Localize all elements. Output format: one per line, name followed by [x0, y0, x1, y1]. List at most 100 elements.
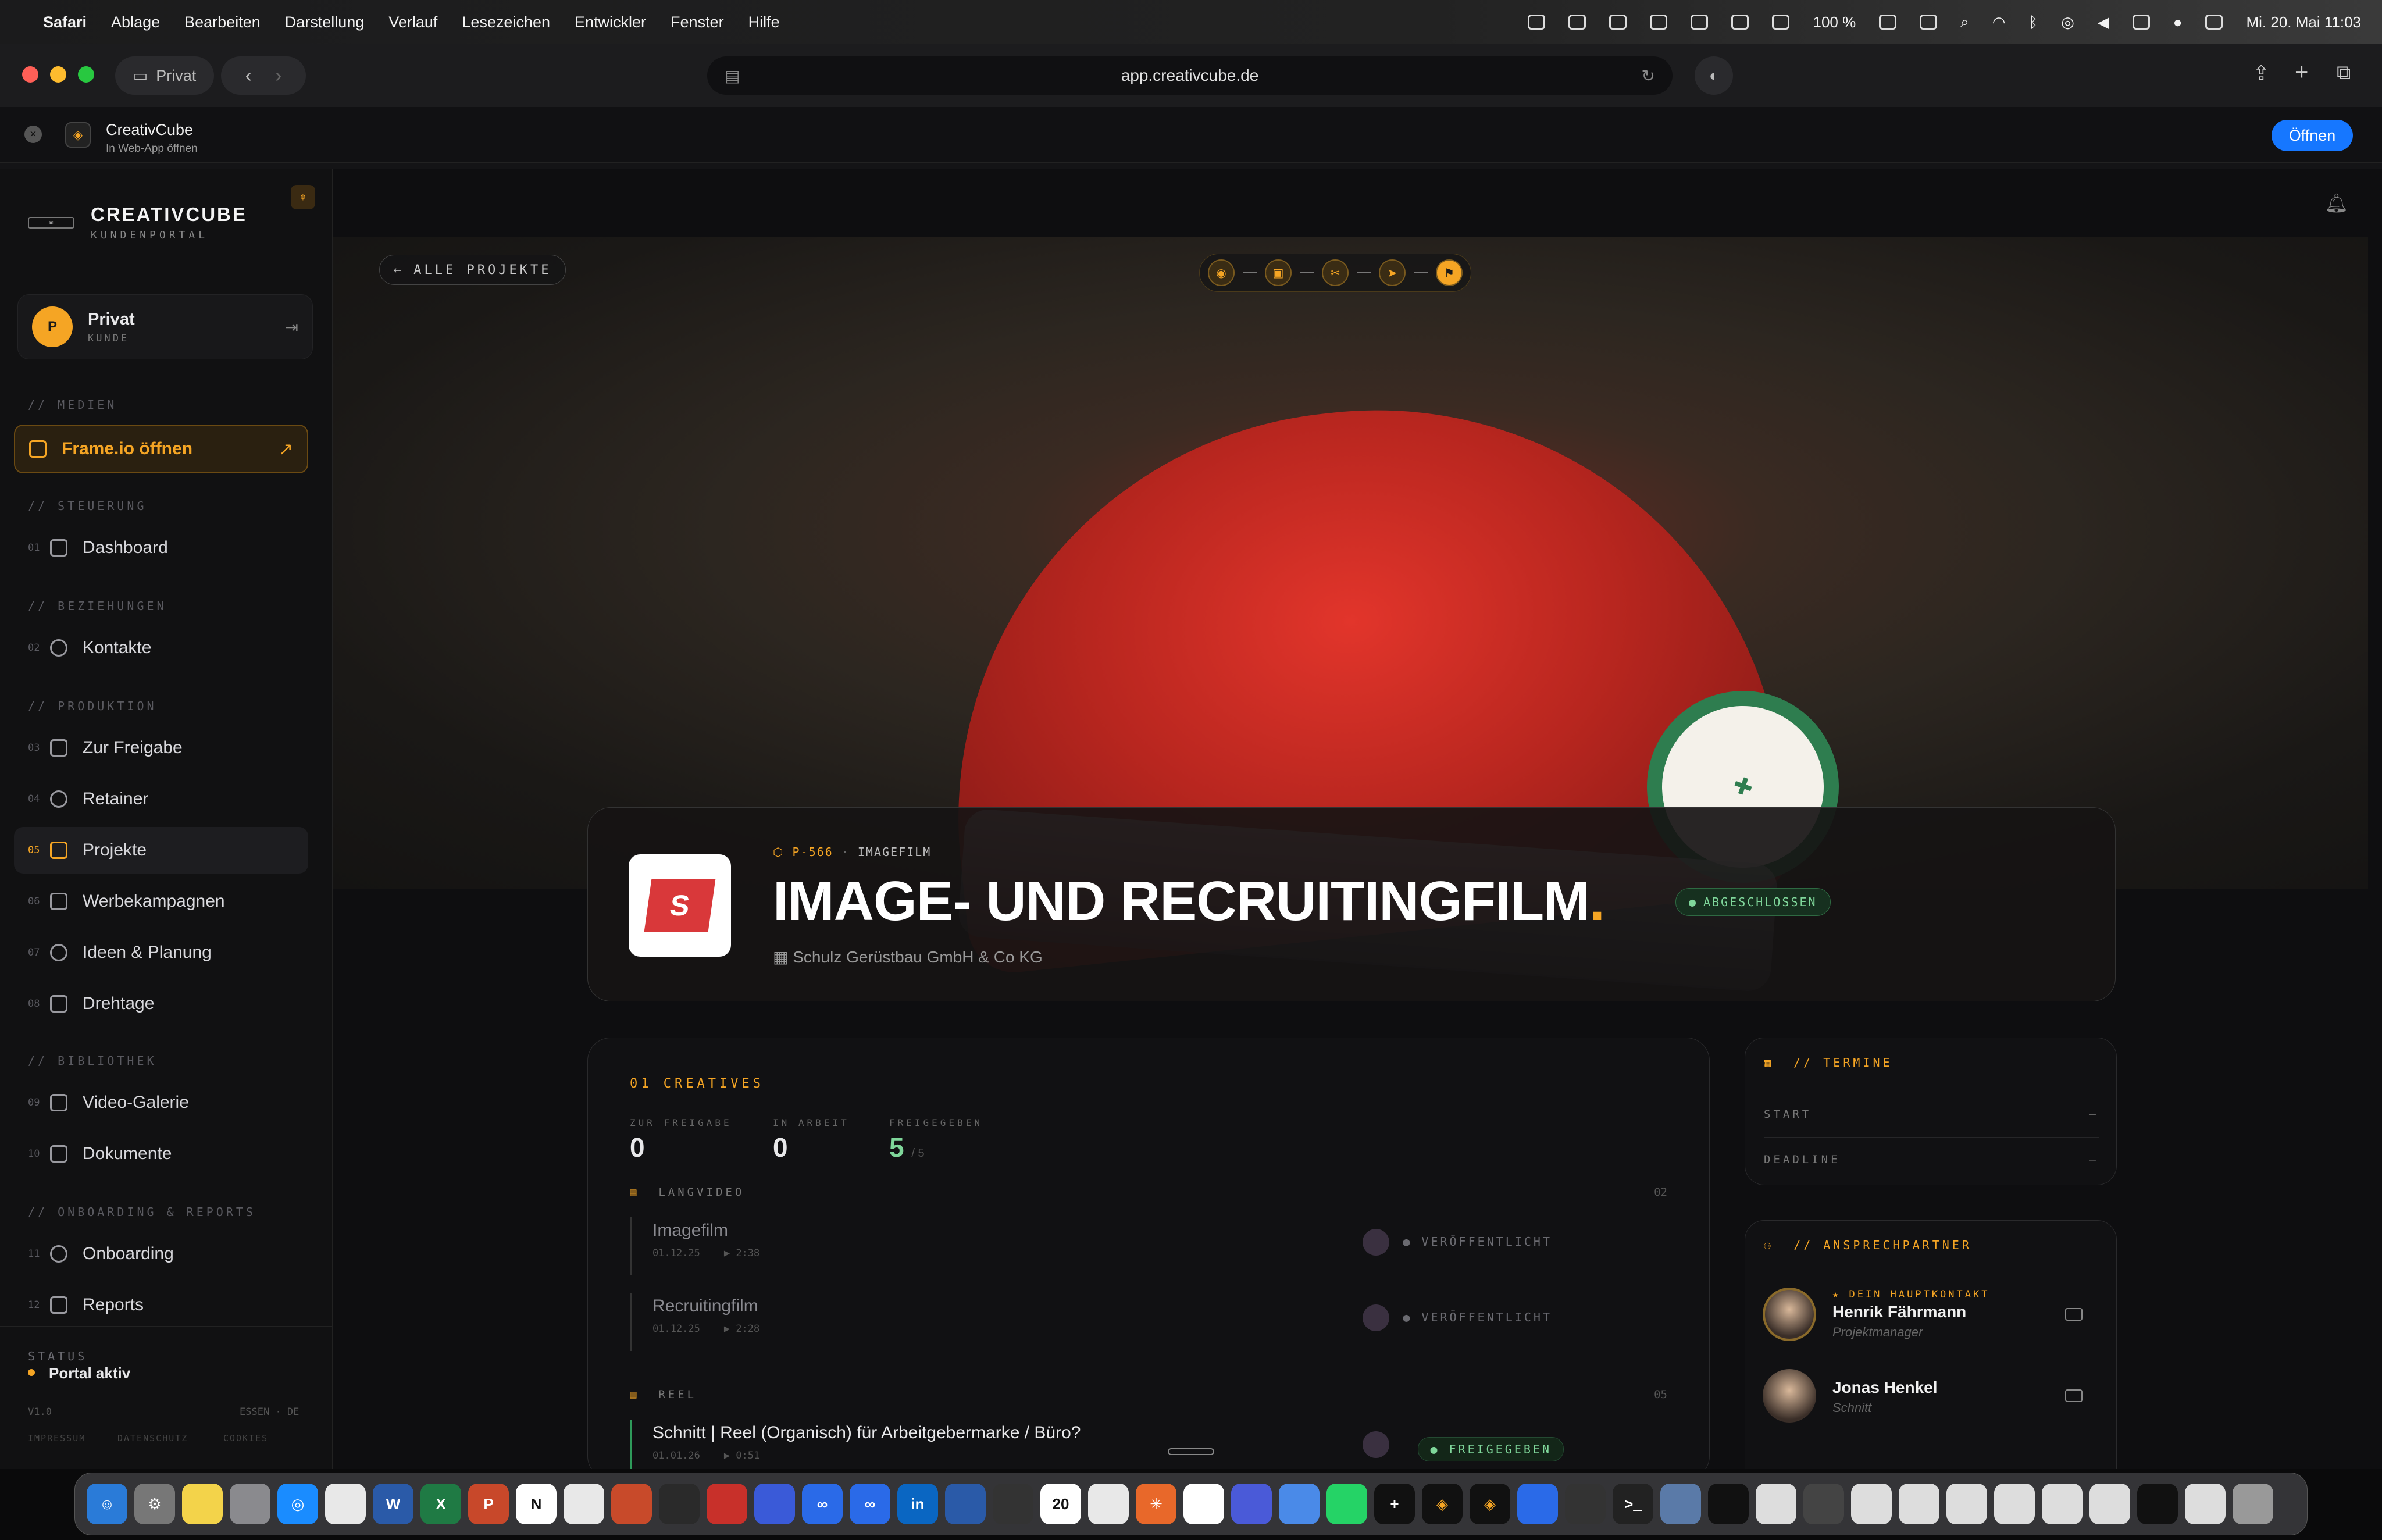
- footer-link-impressum[interactable]: IMPRESSUM: [28, 1433, 85, 1443]
- zoom-window-button[interactable]: [78, 66, 94, 83]
- step-briefing-icon[interactable]: ◉: [1208, 259, 1235, 286]
- pin-icon[interactable]: ⌖: [291, 185, 315, 209]
- meta-business-icon[interactable]: ∞: [850, 1484, 890, 1524]
- frameio-link[interactable]: Frame.io öffnen ↗: [14, 425, 308, 473]
- whatsapp-icon[interactable]: [1326, 1484, 1367, 1524]
- menu-darstellung[interactable]: Darstellung: [285, 13, 365, 31]
- teams-icon[interactable]: [1691, 15, 1709, 30]
- reload-icon[interactable]: ↻: [1642, 66, 1655, 85]
- creativcube-app-icon[interactable]: ◈: [1422, 1484, 1463, 1524]
- footer-link-datenschutz[interactable]: DATENSCHUTZ: [117, 1433, 188, 1443]
- mail-icon[interactable]: [2065, 1389, 2083, 1402]
- creative-row[interactable]: Recruitingfilm 01.12.25 ▶ 2:28 ● VERÖFFE…: [630, 1293, 1668, 1351]
- battery-icon[interactable]: [1879, 15, 1897, 30]
- user-card[interactable]: P Privat KUNDE ⇥: [17, 294, 313, 359]
- window-thumbnail-icon[interactable]: [1803, 1484, 1844, 1524]
- creative-row[interactable]: Schnitt | Reel (Organisch) für Arbeitgeb…: [630, 1420, 1668, 1469]
- close-banner-icon[interactable]: ×: [24, 126, 42, 143]
- contact-card[interactable]: Jonas Henkel Schnitt: [1763, 1358, 2100, 1434]
- camera-icon[interactable]: [1568, 15, 1586, 30]
- menu-hilfe[interactable]: Hilfe: [748, 13, 780, 31]
- brand[interactable]: ▣ CREATIVCUBE KUNDENPORTAL: [28, 204, 247, 241]
- system-settings-icon[interactable]: ⚙: [134, 1484, 175, 1524]
- finder-icon[interactable]: ☺: [87, 1484, 127, 1524]
- trash-icon[interactable]: [2233, 1484, 2273, 1524]
- menu-verlauf[interactable]: Verlauf: [388, 13, 437, 31]
- play-icon[interactable]: [1920, 15, 1938, 30]
- sidebar-item-dokumente[interactable]: 10 Dokumente: [14, 1131, 308, 1177]
- page-settings-icon[interactable]: ▤: [725, 66, 740, 85]
- screen-app-icon[interactable]: [1708, 1484, 1749, 1524]
- davinci-resolve-icon[interactable]: [659, 1484, 700, 1524]
- window-thumbnail-icon[interactable]: [2042, 1484, 2083, 1524]
- teams-app-icon[interactable]: [1231, 1484, 1272, 1524]
- creative-cloud-icon[interactable]: [1650, 15, 1668, 30]
- mail-app-icon[interactable]: [1279, 1484, 1320, 1524]
- activity-monitor-app-icon[interactable]: [1565, 1484, 1606, 1524]
- notification-bell-icon[interactable]: 🔔︎: [2324, 192, 2348, 214]
- menu-fenster[interactable]: Fenster: [671, 13, 724, 31]
- vpn-icon[interactable]: [945, 1484, 986, 1524]
- sidebar-item-ideen[interactable]: 07 Ideen & Planung: [14, 929, 308, 976]
- close-window-button[interactable]: [22, 66, 38, 83]
- sidebar-item-reports[interactable]: 12 Reports: [14, 1282, 308, 1328]
- step-finished-flag-icon[interactable]: ⚑: [1436, 259, 1463, 286]
- claude-icon[interactable]: ✳: [1136, 1484, 1176, 1524]
- audio-app-icon[interactable]: [754, 1484, 795, 1524]
- share-icon[interactable]: ⇪: [2253, 62, 2270, 85]
- activity-monitor-icon[interactable]: [1528, 15, 1546, 30]
- step-cut-icon[interactable]: ✂: [1322, 259, 1349, 286]
- window-thumbnail-icon[interactable]: [1899, 1484, 1939, 1524]
- footer-link-cookies[interactable]: COOKIES: [223, 1433, 268, 1443]
- sidebar-item-zur-freigabe[interactable]: 03 Zur Freigabe: [14, 725, 308, 771]
- profile-sidebar-button[interactable]: ▭ Privat: [115, 56, 214, 95]
- disk-utility-icon[interactable]: [1660, 1484, 1701, 1524]
- tower-app-icon[interactable]: [993, 1484, 1033, 1524]
- sidebar-item-retainer[interactable]: 04 Retainer: [14, 776, 308, 822]
- volume-icon[interactable]: ◀: [2098, 13, 2109, 31]
- document-thumbnail-icon[interactable]: [1756, 1484, 1796, 1524]
- menu-lesezeichen[interactable]: Lesezeichen: [462, 13, 550, 31]
- affinity-icon[interactable]: [611, 1484, 652, 1524]
- window-thumbnail-icon[interactable]: [1851, 1484, 1892, 1524]
- outlook-icon[interactable]: [1517, 1484, 1558, 1524]
- tab-overview-icon[interactable]: ⧉: [2337, 62, 2351, 84]
- mail-icon[interactable]: [2065, 1308, 2083, 1321]
- contacts-app-icon[interactable]: [230, 1484, 270, 1524]
- linkedin-icon[interactable]: in: [897, 1484, 938, 1524]
- window-thumbnail-icon[interactable]: [2185, 1484, 2226, 1524]
- powerpoint-icon[interactable]: P: [468, 1484, 509, 1524]
- back-icon[interactable]: ‹: [245, 65, 252, 87]
- privacy-shield-icon[interactable]: ◐: [1695, 56, 1733, 95]
- bluetooth-icon[interactable]: ᛒ: [2028, 13, 2038, 31]
- back-to-projects-button[interactable]: ← ALLE PROJEKTE: [379, 255, 566, 285]
- step-shooting-icon[interactable]: ▣: [1265, 259, 1292, 286]
- perplexity-icon[interactable]: +: [1374, 1484, 1415, 1524]
- menu-datetime[interactable]: Mi. 20. Mai 11:03: [2246, 13, 2361, 31]
- address-bar[interactable]: ▤ app.creativcube.de ↻: [707, 56, 1673, 95]
- client-name[interactable]: ▦ Schulz Gerüstbau GmbH & Co KG: [773, 947, 1043, 967]
- menu-app-safari[interactable]: Safari: [43, 13, 87, 31]
- photos-icon[interactable]: [564, 1484, 604, 1524]
- sidebar-item-kontakte[interactable]: 02 Kontakte: [14, 625, 308, 671]
- airdrop-icon[interactable]: ◎: [2061, 13, 2074, 31]
- drive-icon[interactable]: [1772, 15, 1790, 30]
- clickup-icon[interactable]: [1183, 1484, 1224, 1524]
- calendar-app-icon[interactable]: 20: [1040, 1484, 1081, 1524]
- window-thumbnail-icon[interactable]: [1946, 1484, 1987, 1524]
- window-thumbnail-icon[interactable]: [1994, 1484, 2035, 1524]
- notion-icon[interactable]: N: [516, 1484, 557, 1524]
- reports-app-icon[interactable]: [707, 1484, 747, 1524]
- sidebar-item-drehtage[interactable]: 08 Drehtage: [14, 981, 308, 1027]
- sidebar-item-dashboard[interactable]: 01 Dashboard: [14, 525, 308, 571]
- menu-ablage[interactable]: Ablage: [111, 13, 160, 31]
- cloud-icon[interactable]: [1609, 15, 1627, 30]
- terminal-icon[interactable]: >_: [1613, 1484, 1653, 1524]
- menu-bearbeiten[interactable]: Bearbeiten: [184, 13, 261, 31]
- screen-mirroring-icon[interactable]: [2132, 15, 2150, 30]
- sidebar-item-onboarding[interactable]: 11 Onboarding: [14, 1231, 308, 1277]
- grid-app-icon[interactable]: [1088, 1484, 1129, 1524]
- creativcube-webapp-icon[interactable]: ◈: [1470, 1484, 1510, 1524]
- control-center-icon[interactable]: [2205, 15, 2223, 30]
- wifi-icon[interactable]: ◠: [1992, 13, 2006, 31]
